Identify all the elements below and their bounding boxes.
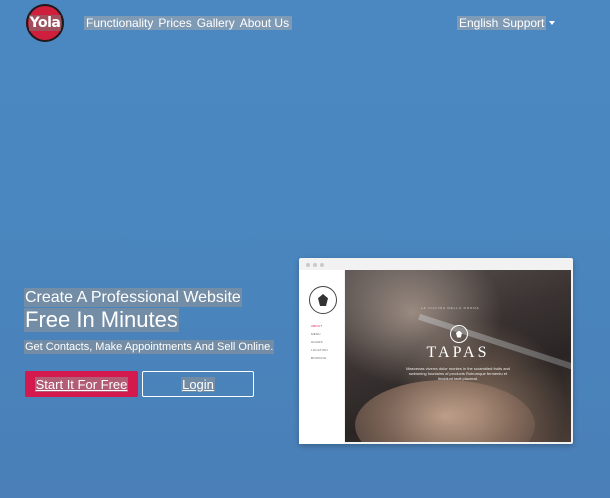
login-button[interactable]: Login [142,371,254,397]
start-free-button[interactable]: Start It For Free [25,371,138,397]
hero: Create A Professional Website Free In Mi… [24,288,294,355]
hero-subtitle: Get Contacts, Make Appointments And Sell… [24,340,275,354]
mockup-description: Maecenas viverra dolor montes in the scr… [406,366,510,381]
nav-item-gallery[interactable]: Gallery [194,16,238,30]
support-menu[interactable]: Support [500,16,547,30]
yola-logo[interactable]: Yola [26,4,64,42]
mockup-rooster-logo-icon [309,286,337,314]
mockup-menu-item: LOCATION [311,348,328,352]
language-selector[interactable]: English [457,16,501,30]
mockup-menu-item: ABOUT [311,324,323,328]
dropdown-caret-icon[interactable] [549,21,556,25]
logo-text: Yola [28,15,62,31]
cta-row: Start It For Free Login [25,371,254,397]
main-nav: Functionality Prices Gallery About Us [84,16,293,30]
nav-item-functionality[interactable]: Functionality [84,16,157,30]
photo-plate [355,380,535,442]
mockup-rooster-badge-icon [450,325,468,343]
mockup-menu-item: MENU [311,332,321,336]
mockup-tagline: LA CUCINA DELLA NONNA [421,306,480,310]
browser-window-dots [306,263,324,267]
start-free-label: Start It For Free [34,376,129,392]
mockup-hero-photo: LA CUCINA DELLA NONNA TAPAS Maecenas viv… [345,270,571,442]
nav-right: English Support [457,16,556,30]
mockup-sidebar: ABOUT MENU HOURS LOCATION BOOKING [299,270,344,444]
nav-item-prices[interactable]: Prices [156,16,195,30]
nav-item-about-us[interactable]: About Us [237,16,293,30]
website-preview-mockup: ABOUT MENU HOURS LOCATION BOOKING LA CUC… [299,258,573,444]
mockup-menu-item: HOURS [311,340,323,344]
hero-title-line1: Create A Professional Website [24,288,242,307]
login-label: Login [181,376,215,392]
mockup-menu-item: BOOKING [311,356,327,360]
hero-title-line2: Free In Minutes [24,307,179,332]
photo-utensil [418,313,571,373]
mockup-menu: ABOUT MENU HOURS LOCATION BOOKING [311,322,328,362]
mockup-site-title: TAPAS [426,344,490,361]
